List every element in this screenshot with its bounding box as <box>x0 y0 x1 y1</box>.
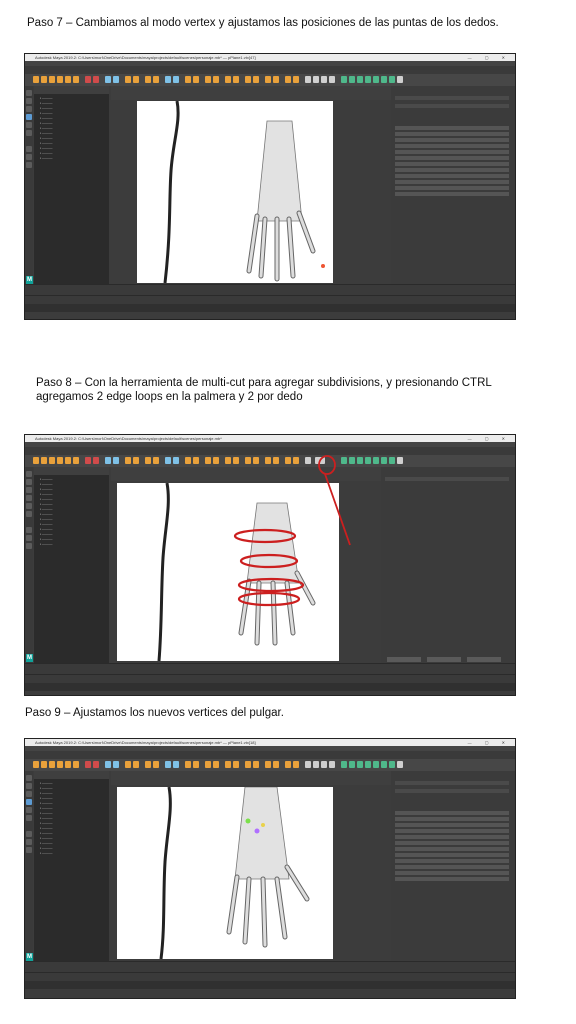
range-slider[interactable] <box>25 674 515 683</box>
step-7-title: Paso 7 – Cambiamos al modo vertex y ajus… <box>27 17 499 29</box>
maya-toolbox[interactable] <box>25 771 33 980</box>
range-slider[interactable] <box>25 295 515 304</box>
maya-outliner[interactable]: ▪ ───── ▪ ───── ▪ ───── ▪ ───── ▪ ───── ▪ ─… <box>34 86 109 301</box>
window-title: Autodesk Maya 2019.2: C:\Users\mori\OneD… <box>35 55 256 60</box>
range-slider[interactable] <box>25 972 515 981</box>
window-controls[interactable]: — ▢ ✕ <box>468 54 511 61</box>
vertex-marker-icon <box>261 823 265 827</box>
maya-title-bar: Autodesk Maya 2019.2: C:\Users\mori\OneD… <box>25 54 515 61</box>
hand-reference-drawing <box>159 787 310 959</box>
attribute-editor[interactable] <box>391 771 515 979</box>
window-title: Autodesk Maya 2019.2: C:\Users\mori\OneD… <box>35 740 256 745</box>
maya-viewport[interactable] <box>117 787 333 959</box>
red-annotation-marks <box>233 455 351 607</box>
time-slider[interactable] <box>25 663 515 674</box>
maya-toolbox[interactable] <box>25 86 33 301</box>
maya-shelf[interactable] <box>25 759 515 771</box>
maya-logo-icon: M <box>26 276 33 284</box>
attribute-editor[interactable] <box>391 86 515 311</box>
maya-outliner[interactable]: ▪ ───── ▪ ───── ▪ ───── ▪ ───── ▪ ───── ▪ ─… <box>34 771 109 980</box>
manipulator-icon <box>321 264 325 268</box>
step-8-title: Paso 8 – Con la herramienta de multi-cut… <box>36 377 492 403</box>
step-9-screenshot: Autodesk Maya 2019.2: C:\Users\mori\OneD… <box>24 738 516 999</box>
viewport-menu-bar[interactable] <box>111 86 413 100</box>
step-9-title: Paso 9 – Ajustamos los nuevos vertices d… <box>25 707 284 719</box>
maya-logo-icon: M <box>26 953 33 961</box>
maya-viewport[interactable] <box>137 101 333 283</box>
viewport-menu-bar[interactable] <box>111 771 391 785</box>
step-7-screenshot: Autodesk Maya 2019.2: C:\Users\mori\OneD… <box>24 53 516 320</box>
window-controls[interactable]: — ▢ ✕ <box>468 739 511 746</box>
step-8-screenshot: Autodesk Maya 2019.2: C:\Users\mori\OneD… <box>24 434 516 696</box>
time-slider[interactable] <box>25 961 515 972</box>
maya-title-bar: Autodesk Maya 2019.2: C:\Users\mori\OneD… <box>25 739 515 746</box>
command-line[interactable] <box>25 981 515 989</box>
command-line[interactable] <box>25 683 515 691</box>
command-line[interactable] <box>25 304 515 312</box>
hand-reference-drawing <box>163 101 325 283</box>
time-slider[interactable] <box>25 284 515 295</box>
vertex-marker-icon <box>254 828 260 834</box>
vertex-marker-icon <box>245 818 251 824</box>
maya-shelf[interactable] <box>25 74 515 86</box>
maya-logo-icon: M <box>26 654 33 662</box>
